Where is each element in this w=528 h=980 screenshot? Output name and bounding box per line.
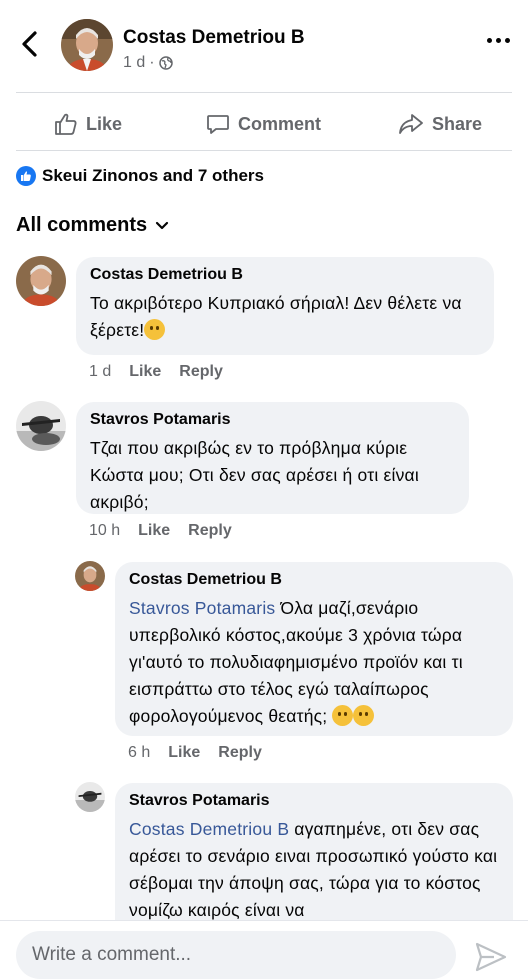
send-icon[interactable]	[474, 941, 508, 973]
comment-text: Τζαι που ακριβώς εν το πρόβλημα κύριε Κώ…	[90, 438, 419, 512]
share-arrow-icon	[399, 114, 423, 134]
post-actions: Like Comment Share	[0, 100, 528, 150]
reply-bubble[interactable]: Stavros Potamaris Costas Demetriou B αγα…	[115, 783, 513, 943]
comment-label: Comment	[238, 113, 322, 134]
reply-time: 6 h	[128, 744, 151, 761]
share-label: Share	[432, 113, 483, 134]
comment-bubble[interactable]: Costas Demetriou B Το ακριβότερο Κυπριακ…	[76, 257, 494, 355]
like-button[interactable]: Like	[54, 112, 122, 136]
reaction-text: Skeui Zinonos and 7 others	[42, 166, 264, 185]
post-time: 1 d	[123, 54, 146, 71]
comment-reply-button[interactable]: Reply	[188, 522, 232, 540]
comment-composer	[0, 920, 528, 980]
author-avatar[interactable]	[61, 19, 113, 71]
comment-bubble-icon	[207, 115, 229, 134]
commenter-avatar[interactable]	[16, 401, 66, 451]
comment-text: Το ακριβότερο Κυπριακό σήριαλ! Δεν θέλετ…	[90, 293, 462, 340]
mention-link[interactable]: Stavros Potamaris	[129, 598, 275, 618]
mention-link[interactable]: Costas Demetriou B	[129, 819, 289, 839]
reply-text: Stavros Potamaris Όλα μαζί,σενάριο υπερβ…	[129, 598, 463, 726]
comment-reply-button[interactable]: Reply	[179, 363, 223, 381]
reply-text: Costas Demetriou B αγαπημένε, οτι δεν σα…	[129, 819, 498, 920]
thumbs-up-icon	[55, 113, 77, 135]
reply-reply-button[interactable]: Reply	[218, 744, 262, 762]
comment-button[interactable]: Comment	[206, 112, 321, 136]
divider	[16, 92, 512, 93]
share-button[interactable]: Share	[398, 112, 482, 136]
back-arrow-icon[interactable]	[18, 30, 42, 58]
globe-icon	[158, 56, 173, 70]
comment-time: 10 h	[89, 522, 121, 539]
comment-time: 1 d	[89, 363, 112, 380]
comments-filter-label: All comments	[16, 214, 148, 236]
pensive-face-emoji	[353, 705, 375, 726]
replier-avatar[interactable]	[75, 782, 105, 812]
like-reaction-icon	[16, 166, 36, 186]
comment-author[interactable]: Stavros Potamaris	[90, 411, 455, 429]
comment-like-button[interactable]: Like	[129, 363, 161, 381]
post-header: Costas Demetriou B 1 d ·	[0, 0, 528, 92]
divider	[16, 150, 512, 151]
reaction-summary[interactable]: Skeui Zinonos and 7 others	[16, 166, 264, 186]
like-label: Like	[86, 113, 123, 134]
post-meta: 1 d ·	[123, 54, 173, 72]
reply-bubble[interactable]: Costas Demetriou B Stavros Potamaris Όλα…	[115, 562, 513, 736]
chevron-down-icon	[156, 221, 169, 229]
thinking-face-emoji	[144, 319, 166, 340]
thinking-face-emoji	[332, 705, 354, 726]
meta-separator: ·	[149, 54, 155, 71]
replier-avatar[interactable]	[75, 561, 105, 591]
reply-like-button[interactable]: Like	[168, 744, 200, 762]
comment-input[interactable]	[16, 931, 456, 979]
more-options-icon[interactable]	[487, 38, 510, 43]
reply-meta: 6 h Like Reply	[128, 744, 262, 762]
commenter-avatar[interactable]	[16, 256, 66, 306]
comment-author[interactable]: Costas Demetriou B	[90, 266, 480, 284]
author-name[interactable]: Costas Demetriou B	[123, 27, 305, 49]
reply-author[interactable]: Stavros Potamaris	[129, 792, 499, 810]
comment-like-button[interactable]: Like	[138, 522, 170, 540]
comments-filter[interactable]: All comments	[16, 214, 169, 237]
comment-bubble[interactable]: Stavros Potamaris Τζαι που ακριβώς εν το…	[76, 402, 469, 514]
comment-meta: 10 h Like Reply	[89, 522, 232, 540]
reply-author[interactable]: Costas Demetriou B	[129, 571, 499, 589]
comment-meta: 1 d Like Reply	[89, 363, 223, 381]
